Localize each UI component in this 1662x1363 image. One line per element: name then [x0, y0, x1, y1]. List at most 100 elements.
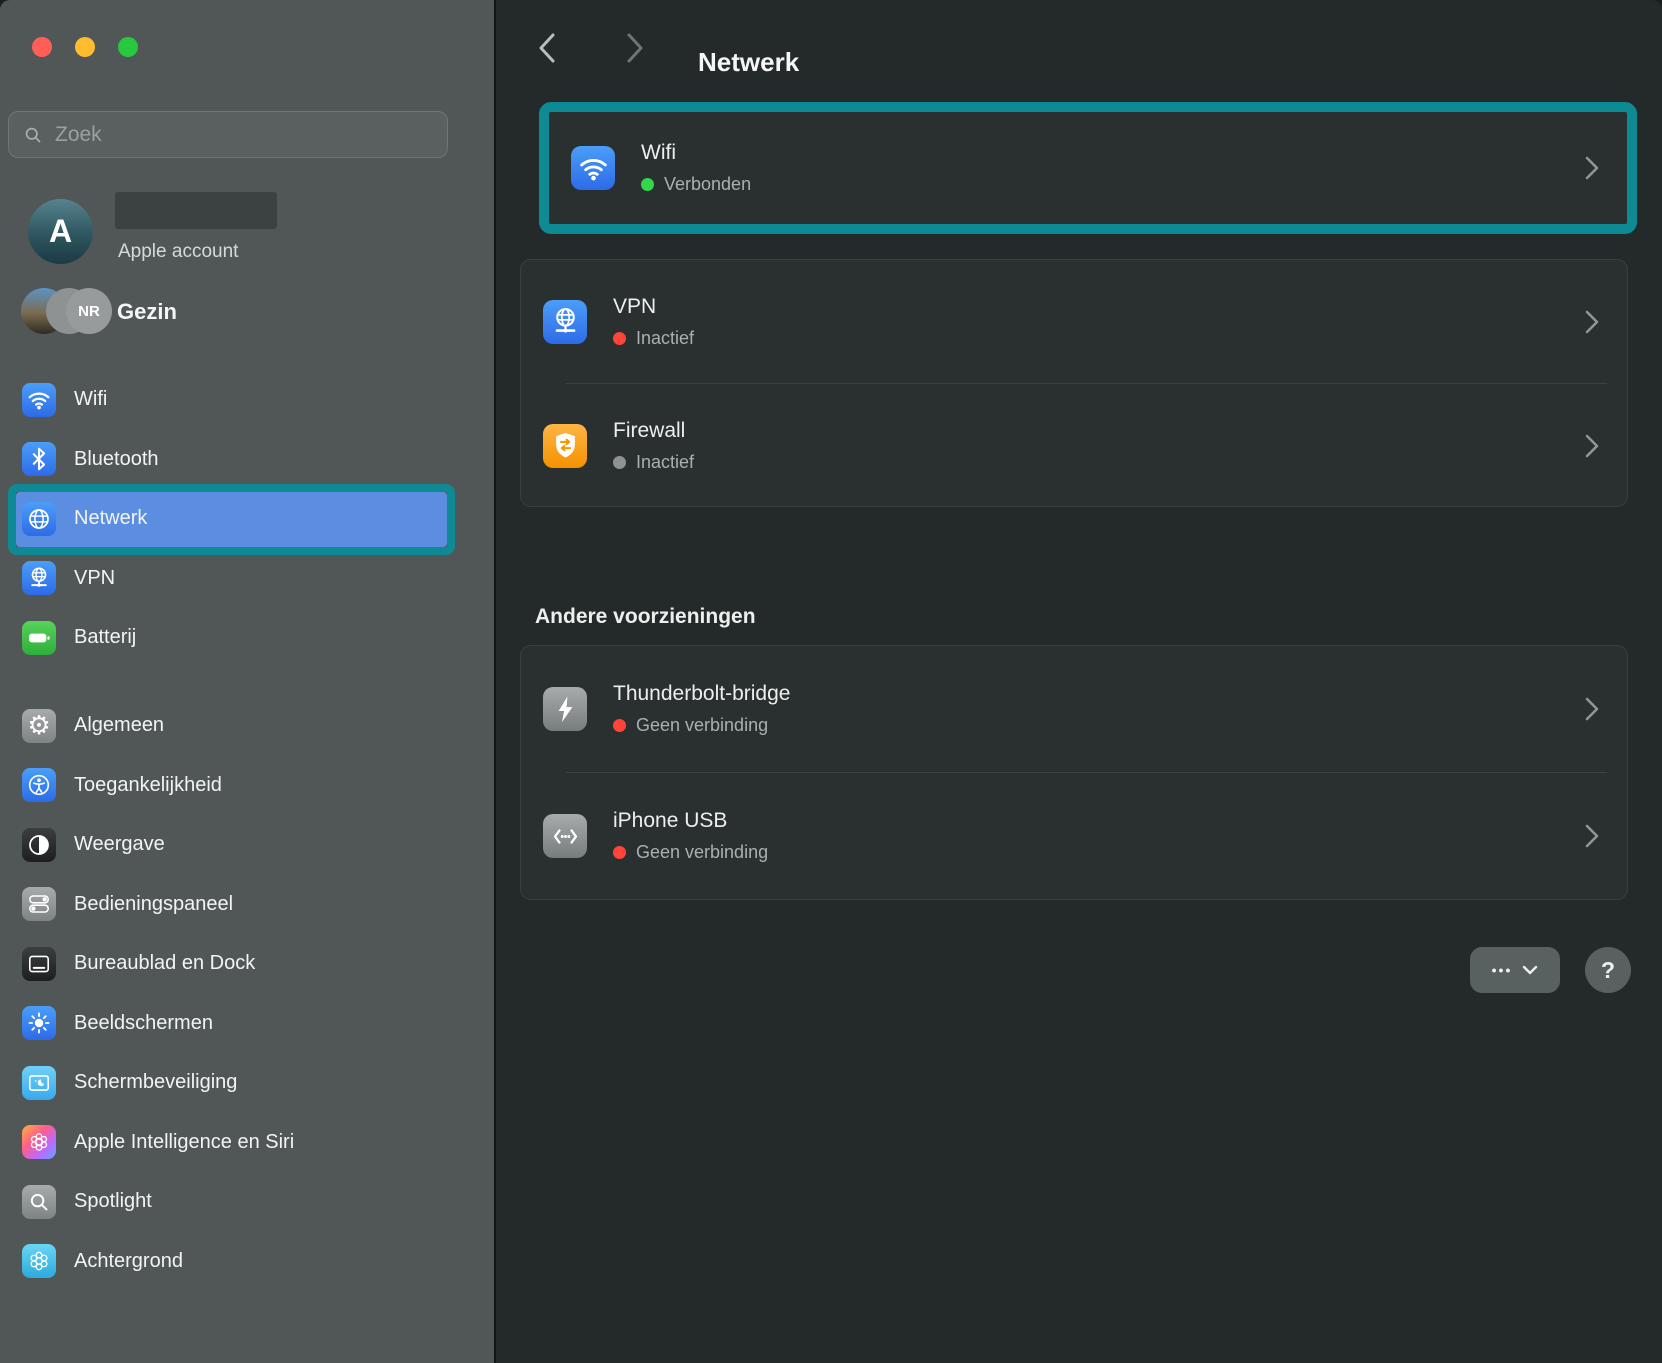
gear-icon: ⚙ — [22, 709, 56, 743]
family-label: Gezin — [117, 299, 177, 325]
bluetooth-icon — [22, 442, 56, 476]
sidebar-item-label: Bureaublad en Dock — [74, 952, 255, 975]
sidebar-item-toegankelijkheid[interactable]: Toegankelijkheid — [0, 756, 494, 816]
thunderbolt-icon — [543, 687, 587, 731]
family-avatar-initials: NR — [66, 288, 112, 334]
family-item[interactable]: NR — [21, 288, 117, 335]
forward-button[interactable] — [614, 26, 654, 70]
sidebar-item-label: Beeldschermen — [74, 1012, 213, 1035]
status-dot-disconnected — [613, 719, 626, 732]
sidebar-item-bedieningspaneel[interactable]: Bedieningspaneel — [0, 875, 494, 935]
sidebar-item-schermbeveiliging[interactable]: Schermbeveiliging — [0, 1053, 494, 1113]
row-title: Firewall — [613, 419, 1583, 443]
battery-icon — [22, 621, 56, 655]
zoom-window-button[interactable] — [118, 37, 138, 57]
vpn-icon — [22, 561, 56, 595]
firewall-row[interactable]: Firewall Inactief — [521, 384, 1627, 507]
sidebar-item-wifi[interactable]: Wifi — [0, 370, 494, 430]
question-mark: ? — [1601, 957, 1615, 984]
network-pane: Netwerk Wifi Verbonden — [498, 0, 1662, 1363]
sidebar-item-apple-intelligence[interactable]: Apple Intelligence en Siri — [0, 1113, 494, 1173]
network-services-card: VPN Inactief Firewall Inactief — [520, 259, 1628, 507]
chevron-right-icon — [1583, 155, 1601, 181]
accessibility-icon — [22, 768, 56, 802]
wallpaper-flower-icon — [22, 1244, 56, 1278]
pane-header: Netwerk — [498, 0, 1662, 92]
status-dot-connected — [641, 178, 654, 191]
firewall-shield-icon — [543, 424, 587, 468]
row-title: VPN — [613, 295, 1583, 319]
status-dot-disconnected — [613, 846, 626, 859]
window-controls — [32, 37, 138, 57]
other-services-card: Thunderbolt-bridge Geen verbinding iPhon… — [520, 645, 1628, 900]
sidebar-item-label: Weergave — [74, 833, 165, 856]
appearance-contrast-icon — [22, 828, 56, 862]
more-options-button[interactable]: ••• — [1470, 947, 1560, 993]
control-center-icon — [22, 887, 56, 921]
desktop-dock-icon — [22, 947, 56, 981]
sidebar: A Apple account NR Gezin Wifi Bluetooth — [0, 0, 496, 1363]
sidebar-item-label: Netwerk — [74, 507, 147, 530]
sidebar-item-label: Wifi — [74, 388, 107, 411]
sidebar-item-netwerk[interactable]: Netwerk — [0, 489, 494, 549]
apple-intelligence-icon — [22, 1125, 56, 1159]
chevron-down-icon — [1522, 965, 1538, 976]
iphone-usb-icon — [543, 814, 587, 858]
sidebar-nav-connectivity: Wifi Bluetooth Netwerk VPN — [0, 370, 494, 668]
apple-account-label[interactable]: Apple account — [118, 241, 238, 263]
vpn-row[interactable]: VPN Inactief — [521, 260, 1627, 383]
sidebar-item-achtergrond[interactable]: Achtergrond — [0, 1232, 494, 1292]
sidebar-item-label: Bluetooth — [74, 448, 159, 471]
screensaver-icon — [22, 1066, 56, 1100]
sidebar-item-spotlight[interactable]: Spotlight — [0, 1172, 494, 1232]
chevron-right-icon — [622, 31, 646, 65]
thunderbolt-bridge-row[interactable]: Thunderbolt-bridge Geen verbinding — [521, 646, 1627, 772]
sidebar-item-label: VPN — [74, 567, 115, 590]
other-services-heading: Andere voorzieningen — [535, 605, 756, 629]
magnifier-icon — [22, 1185, 56, 1219]
sidebar-item-label: Apple Intelligence en Siri — [74, 1131, 294, 1154]
minimize-window-button[interactable] — [75, 37, 95, 57]
status-dot-inactive — [613, 332, 626, 345]
sidebar-item-label: Spotlight — [74, 1190, 152, 1213]
chevron-right-icon — [1583, 696, 1601, 722]
search-field[interactable] — [8, 111, 448, 158]
iphone-usb-row[interactable]: iPhone USB Geen verbinding — [521, 773, 1627, 899]
back-button[interactable] — [528, 26, 568, 70]
page-title: Netwerk — [698, 47, 799, 78]
avatar[interactable]: A — [28, 199, 93, 264]
sidebar-item-bluetooth[interactable]: Bluetooth — [0, 430, 494, 490]
sidebar-item-label: Algemeen — [74, 714, 164, 737]
sidebar-item-label: Batterij — [74, 626, 136, 649]
sidebar-item-label: Toegankelijkheid — [74, 774, 222, 797]
sidebar-item-algemeen[interactable]: ⚙ Algemeen — [0, 696, 494, 756]
status-text: Geen verbinding — [636, 842, 768, 863]
status-text: Geen verbinding — [636, 715, 768, 736]
display-sun-icon — [22, 1006, 56, 1040]
sidebar-item-beeldschermen[interactable]: Beeldschermen — [0, 994, 494, 1054]
help-button[interactable]: ? — [1585, 947, 1631, 993]
status-text: Verbonden — [664, 174, 751, 195]
redacted-account-name — [115, 192, 277, 229]
sidebar-item-label: Achtergrond — [74, 1250, 183, 1273]
sidebar-item-vpn[interactable]: VPN — [0, 549, 494, 609]
status-text: Inactief — [636, 328, 694, 349]
row-title: iPhone USB — [613, 809, 1583, 833]
search-icon — [23, 125, 43, 145]
avatar-initial: A — [49, 213, 72, 250]
chevron-right-icon — [1583, 309, 1601, 335]
ellipsis-icon: ••• — [1492, 962, 1513, 978]
annotation-highlight-box: Wifi Verbonden — [539, 102, 1637, 234]
sidebar-item-label: Bedieningspaneel — [74, 893, 233, 916]
close-window-button[interactable] — [32, 37, 52, 57]
chevron-left-icon — [536, 31, 560, 65]
sidebar-item-bureaublad-en-dock[interactable]: Bureaublad en Dock — [0, 934, 494, 994]
wifi-icon — [22, 383, 56, 417]
wifi-row[interactable]: Wifi Verbonden — [549, 112, 1627, 224]
sidebar-item-weergave[interactable]: Weergave — [0, 815, 494, 875]
sidebar-item-batterij[interactable]: Batterij — [0, 608, 494, 668]
chevron-right-icon — [1583, 823, 1601, 849]
network-globe-icon — [22, 502, 56, 536]
status-dot-inactive — [613, 456, 626, 469]
search-input[interactable] — [53, 122, 433, 148]
